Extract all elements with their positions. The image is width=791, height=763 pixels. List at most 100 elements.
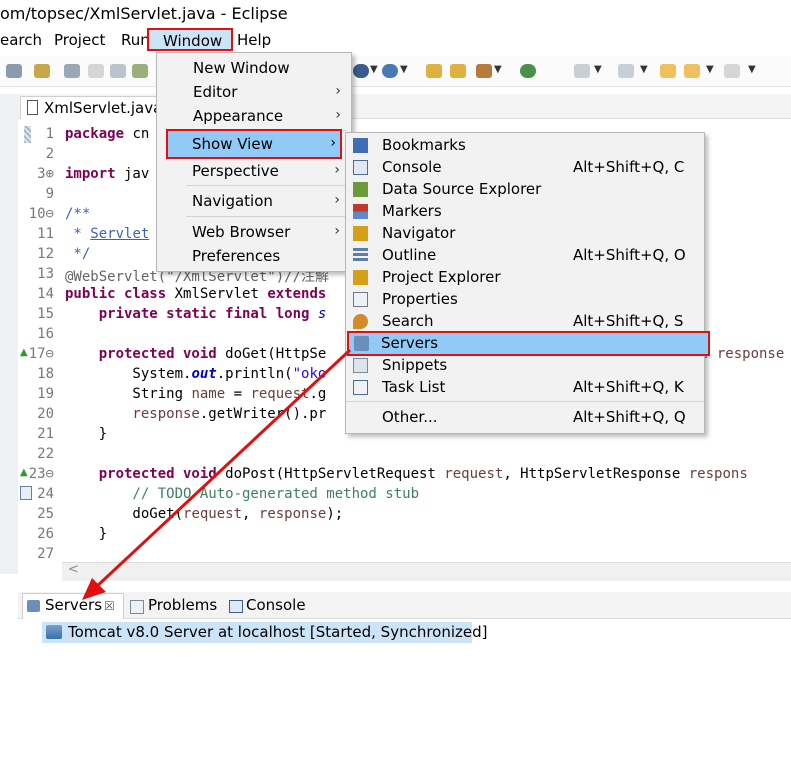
server-row-label: Tomcat v8.0 Server at localhost [Started… [68, 623, 488, 641]
servers-icon [354, 336, 369, 351]
toolbar-button-icon[interactable] [64, 64, 80, 78]
problems-icon [130, 600, 144, 614]
server-row[interactable]: Tomcat v8.0 Server at localhost [Started… [42, 622, 488, 643]
toolbar-button-icon[interactable] [6, 64, 22, 78]
toolbar-button-icon[interactable] [110, 64, 126, 78]
globe-icon[interactable] [520, 64, 536, 78]
code-line: package cn [65, 126, 150, 142]
line-number: 9 [45, 186, 54, 202]
window-title: om/topsec/XmlServlet.java - Eclipse [0, 4, 288, 23]
view-item-servers-label: Servers [381, 334, 439, 352]
dropdown-arrow-icon[interactable]: ▼ [748, 64, 756, 75]
toolbar-button-icon[interactable] [382, 64, 398, 78]
code-line: protected void doGet(HttpSe [65, 346, 327, 362]
back-icon[interactable] [660, 64, 676, 78]
menu-separator [186, 216, 346, 217]
menu-item-navigation[interactable]: Navigation › [156, 190, 350, 214]
line-number: 19 [37, 386, 54, 402]
line-number: 18 [37, 366, 54, 382]
view-item-outline[interactable]: Outline Alt+Shift+Q, O [346, 245, 704, 267]
view-item-search[interactable]: Search Alt+Shift+Q, S [346, 311, 704, 333]
close-icon[interactable]: ☒ [104, 599, 115, 613]
navigator-icon [353, 226, 368, 241]
dropdown-arrow-icon[interactable]: ▼ [400, 64, 408, 75]
menu-run[interactable]: Run [121, 31, 150, 49]
view-item-navigator[interactable]: Navigator [346, 223, 704, 245]
editor-tab-label: XmlServlet.java [44, 99, 163, 117]
menu-item-editor[interactable]: Editor › [157, 80, 351, 104]
view-item-data-source-explorer[interactable]: Data Source Explorer [346, 179, 704, 201]
line-number: 2 [45, 146, 54, 162]
toolbar-button-icon[interactable] [618, 64, 634, 78]
menu-item-web-browser[interactable]: Web Browser › [156, 221, 350, 245]
console-icon [229, 600, 243, 613]
project-explorer-icon [353, 270, 368, 285]
code-line: */ [65, 246, 91, 262]
menu-project[interactable]: Project [54, 31, 105, 49]
toolbar-button-icon[interactable] [88, 64, 104, 78]
open-folder-icon[interactable] [450, 64, 466, 78]
view-item-task-list[interactable]: Task List Alt+Shift+Q, K [346, 377, 704, 399]
left-trim [0, 94, 18, 574]
view-item-snippets[interactable]: Snippets [346, 355, 704, 377]
view-item-markers[interactable]: Markers [346, 201, 704, 223]
horizontal-scrollbar[interactable] [62, 562, 791, 581]
view-item-servers[interactable]: Servers [347, 331, 710, 356]
line-number: 12 [37, 246, 54, 262]
override-marker-icon: ▲ [20, 347, 28, 358]
code-line-tail: e response [700, 346, 785, 362]
chevron-right-icon: › [330, 135, 336, 151]
tab-problems[interactable]: Problems [148, 596, 217, 614]
menu-item-perspective[interactable]: Perspective › [156, 160, 350, 184]
line-number: 25 [37, 506, 54, 522]
toolbar-button-icon[interactable] [34, 64, 50, 78]
view-item-console[interactable]: Console Alt+Shift+Q, C [346, 157, 704, 179]
view-item-project-explorer[interactable]: Project Explorer [346, 267, 704, 289]
toolbar-button-icon[interactable] [132, 64, 148, 78]
line-number[interactable]: 23⊖ [28, 466, 54, 482]
line-number: 21 [37, 426, 54, 442]
dropdown-arrow-icon[interactable]: ▼ [494, 64, 502, 75]
back-arrow-icon[interactable] [684, 64, 700, 78]
view-item-bookmarks[interactable]: Bookmarks [346, 135, 704, 157]
code-line: // TODO Auto-generated method stub [65, 486, 420, 502]
menu-separator [186, 185, 346, 186]
tab-servers-label: Servers [45, 596, 103, 614]
menu-item-new-window[interactable]: New Window [157, 56, 351, 80]
dropdown-arrow-icon[interactable]: ▼ [706, 64, 714, 75]
code-line: import jav [65, 166, 150, 182]
dropdown-arrow-icon[interactable]: ▼ [370, 64, 378, 75]
code-line: * Servlet [65, 226, 150, 242]
toolbar-button-icon[interactable] [353, 64, 369, 78]
tab-console[interactable]: Console [246, 596, 306, 614]
menu-item-appearance[interactable]: Appearance › [157, 104, 351, 128]
menu-item-show-view[interactable]: Show View › [166, 129, 342, 159]
menu-window-label: Window [163, 32, 223, 50]
line-number[interactable]: 10⊖ [28, 206, 54, 222]
view-item-other[interactable]: Other... Alt+Shift+Q, Q [346, 407, 704, 429]
menu-help[interactable]: Help [237, 31, 271, 49]
forward-arrow-icon[interactable] [724, 64, 740, 78]
code-line: } [65, 526, 108, 542]
scroll-left-icon[interactable]: < [68, 562, 79, 577]
menu-search[interactable]: earch [0, 31, 42, 49]
toolbar-button-icon[interactable] [574, 64, 590, 78]
code-line: } [65, 426, 108, 442]
editor-tab-xmlservlet[interactable]: XmlServlet.java [20, 96, 172, 119]
dropdown-arrow-icon[interactable]: ▼ [640, 64, 648, 75]
line-number: 1 [45, 126, 54, 142]
code-line: public class XmlServlet extends [65, 286, 327, 302]
outline-icon [353, 248, 368, 263]
line-number[interactable]: 17⊖ [28, 346, 54, 362]
line-number[interactable]: 3⊕ [28, 166, 54, 182]
line-number: 14 [37, 286, 54, 302]
menu-item-preferences[interactable]: Preferences [156, 245, 350, 269]
dropdown-arrow-icon[interactable]: ▼ [594, 64, 602, 75]
toolbar-button-icon[interactable] [476, 64, 492, 78]
line-number: 15 [37, 306, 54, 322]
open-folder-icon[interactable] [426, 64, 442, 78]
menu-window[interactable]: Window [147, 28, 233, 51]
view-item-properties[interactable]: Properties [346, 289, 704, 311]
bookmarks-icon [353, 138, 368, 153]
chevron-right-icon: › [334, 192, 340, 208]
